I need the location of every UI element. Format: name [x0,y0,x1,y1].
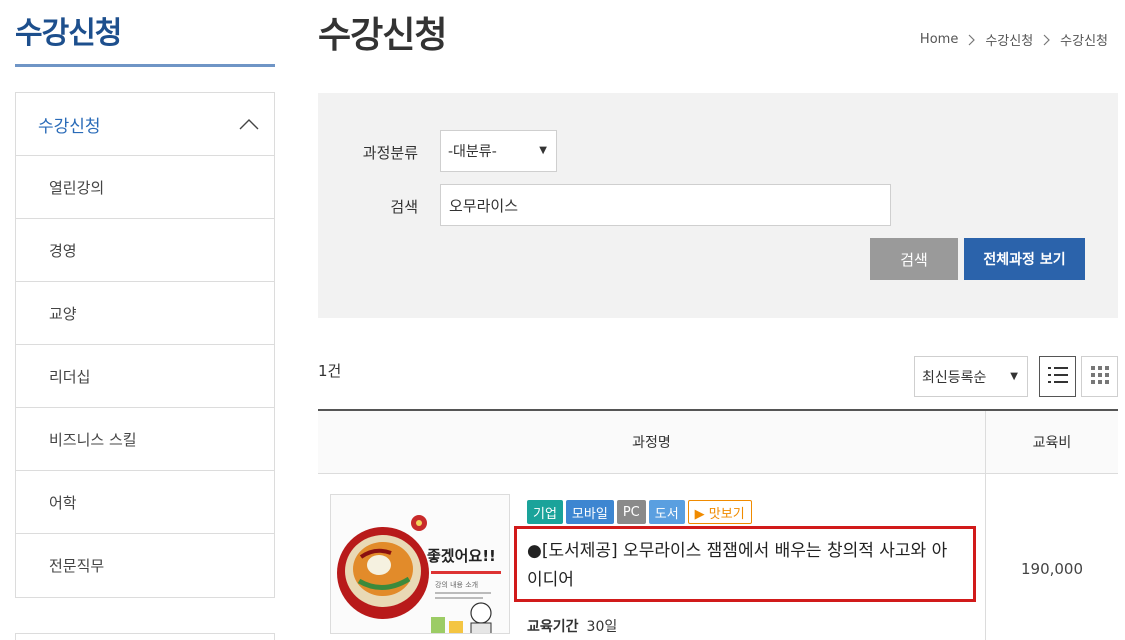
page-title: 수강신청 [318,15,447,56]
course-thumbnail[interactable]: 좋겠어요!! 강의 내용 소개 [330,494,510,634]
sidebar-item-open-lecture[interactable]: 열린강의 [16,156,274,219]
breadcrumb-home[interactable]: Home [920,32,958,47]
sidebar-item-management[interactable]: 경영 [16,219,274,282]
badge-pc: PC [616,500,646,524]
breadcrumb: Home 수강신청 수강신청 [920,30,1108,49]
thumbnail-subtext: 강의 내용 소개 [435,580,478,589]
badge-book: 도서 [648,500,685,524]
table-row: 좋겠어요!! 강의 내용 소개 기업 모바일 PC 도서 ▶ 맛보기 ●[도서제… [318,474,1118,640]
sidebar-menu: 수강신청 열린강의 경영 교양 리더십 비즈니스 스킬 어학 전문직무 [15,92,275,598]
grid-view-icon [1090,365,1110,389]
caret-down-icon: ▼ [539,145,547,156]
breadcrumb-level-1[interactable]: 수강신청 [985,30,1033,49]
grid-view-button[interactable] [1081,356,1118,397]
badge-mobile: 모바일 [565,500,614,524]
preview-button[interactable]: ▶ 맛보기 [687,500,752,524]
keyword-label: 검색 [390,198,418,216]
sidebar-title: 수강신청 [15,16,122,51]
sort-select[interactable]: 최신등록순 ▼ [914,356,1028,397]
search-button[interactable]: 검색 [870,238,958,280]
sidebar-item-business-skill[interactable]: 비즈니스 스킬 [16,408,274,471]
search-panel: 과정분류 -대분류- ▼ 검색 검색 전체과정 보기 [318,93,1118,318]
search-input[interactable] [440,184,891,226]
column-header-fee: 교육비 [1032,435,1072,451]
chevron-right-icon [1043,34,1051,46]
course-period-label: 교육기간 [527,619,579,635]
list-view-button[interactable] [1039,356,1076,397]
caret-down-icon: ▼ [1010,371,1018,382]
course-period: 교육기간 30일 [527,616,617,636]
view-all-courses-button[interactable]: 전체과정 보기 [964,238,1085,280]
sidebar-item-leadership[interactable]: 리더십 [16,345,274,408]
result-count: 1건 [318,362,342,380]
category-select[interactable]: -대분류- ▼ [440,130,557,172]
course-period-value: 30일 [586,619,618,635]
category-select-value: -대분류- [448,144,497,160]
category-label: 과정분류 [362,144,418,162]
sidebar-secondary-box [15,633,275,640]
course-title-link[interactable]: ●[도서제공] 오무라이스 잼잼에서 배우는 창의적 사고와 아이디어 [514,526,976,602]
column-header-course-name: 과정명 [318,411,986,473]
chevron-right-icon [968,34,976,46]
sidebar-item-liberal-arts[interactable]: 교양 [16,282,274,345]
sidebar-item-professional[interactable]: 전문직무 [16,534,274,597]
sidebar-item-language[interactable]: 어학 [16,471,274,534]
sort-select-value: 최신등록순 [922,369,987,386]
table-header: 과정명 교육비 [318,411,1118,474]
sidebar-title-rule [15,64,275,67]
thumbnail-headline: 좋겠어요!! [427,547,496,565]
list-view-icon [1047,364,1069,390]
course-table: 과정명 교육비 좋겠어요!! 강의 내용 소개 기업 모바일 PC 도서 ▶ 맛… [318,409,1118,640]
sidebar-menu-head[interactable]: 수강신청 [16,93,274,156]
course-fee: 190,000 [1020,560,1084,578]
chevron-up-icon[interactable] [239,115,259,134]
course-cell: 좋겠어요!! 강의 내용 소개 기업 모바일 PC 도서 ▶ 맛보기 ●[도서제… [318,474,986,640]
sidebar-menu-head-label: 수강신청 [38,116,101,137]
breadcrumb-current: 수강신청 [1060,34,1108,49]
badge-enterprise: 기업 [527,500,563,524]
course-badges: 기업 모바일 PC 도서 ▶ 맛보기 [527,500,752,524]
